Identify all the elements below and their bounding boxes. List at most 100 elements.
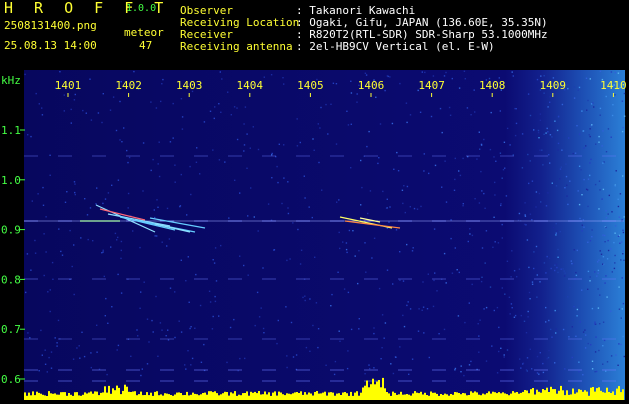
noise-speck <box>38 103 40 105</box>
noise-speck <box>536 355 539 358</box>
noise-speck <box>545 132 547 134</box>
noise-speck <box>579 321 581 323</box>
noise-speck <box>412 247 414 249</box>
noise-speck <box>347 291 350 294</box>
noise-speck <box>589 240 592 242</box>
antenna-label: Receiving antenna <box>180 40 293 53</box>
signal-bar <box>434 392 436 400</box>
noise-speck <box>395 229 398 231</box>
noise-speck <box>503 356 505 358</box>
signal-bar <box>58 394 60 400</box>
noise-speck <box>386 269 389 271</box>
noise-speck <box>542 371 545 374</box>
noise-speck <box>500 203 502 205</box>
noise-speck <box>554 362 556 364</box>
noise-speck <box>555 223 557 225</box>
noise-speck <box>38 370 40 372</box>
noise-speck <box>599 107 602 110</box>
signal-bar <box>452 394 454 400</box>
noise-speck <box>599 114 601 116</box>
noise-speck <box>185 368 187 370</box>
noise-speck <box>478 202 481 204</box>
noise-speck <box>46 371 48 373</box>
noise-speck <box>600 253 603 255</box>
noise-speck <box>79 357 81 359</box>
noise-speck <box>285 306 287 308</box>
noise-speck <box>72 358 75 360</box>
noise-speck <box>445 71 447 74</box>
noise-speck <box>345 242 348 244</box>
noise-speck <box>421 71 423 73</box>
noise-speck <box>557 115 560 118</box>
noise-speck <box>583 147 585 149</box>
noise-speck <box>456 269 458 271</box>
noise-speck <box>24 73 26 76</box>
noise-speck <box>379 123 382 125</box>
signal-bar <box>162 395 164 400</box>
signal-bar <box>88 392 90 400</box>
noise-speck <box>582 219 585 221</box>
signal-bar <box>40 393 42 400</box>
signal-bar <box>226 392 228 400</box>
noise-speck <box>529 213 532 215</box>
noise-speck <box>110 246 112 248</box>
signal-bar <box>180 393 182 400</box>
signal-bar <box>178 392 180 400</box>
noise-speck <box>552 226 555 229</box>
signal-bar <box>314 392 316 400</box>
noise-speck <box>73 99 76 101</box>
noise-speck <box>547 106 549 108</box>
noise-speck <box>120 240 123 243</box>
signal-bar <box>148 395 150 400</box>
signal-bar <box>496 393 498 400</box>
noise-speck <box>614 71 617 74</box>
noise-speck <box>214 247 217 249</box>
noise-speck <box>500 347 502 349</box>
noise-speck <box>470 114 472 116</box>
signal-bar <box>122 390 124 400</box>
noise-speck <box>44 349 46 351</box>
noise-speck <box>153 209 155 211</box>
noise-speck <box>361 186 363 189</box>
signal-bar <box>106 392 108 400</box>
noise-speck <box>483 192 485 195</box>
noise-speck <box>347 350 349 352</box>
noise-speck <box>417 330 420 332</box>
noise-speck <box>501 177 503 179</box>
noise-speck <box>484 262 486 264</box>
noise-speck <box>563 275 566 277</box>
x-tick-label: 1402 <box>115 79 142 92</box>
noise-speck <box>535 206 537 208</box>
noise-speck <box>509 144 511 146</box>
noise-speck <box>139 307 141 309</box>
signal-bar <box>568 394 570 400</box>
noise-speck <box>263 332 265 334</box>
noise-speck <box>350 92 353 94</box>
noise-speck <box>569 286 571 289</box>
noise-speck <box>571 262 573 265</box>
noise-speck <box>560 268 562 270</box>
noise-speck <box>81 331 83 333</box>
noise-speck <box>535 191 538 193</box>
signal-bar <box>406 394 408 400</box>
noise-speck <box>73 293 75 296</box>
noise-speck <box>591 368 594 370</box>
noise-speck <box>598 208 600 210</box>
noise-speck <box>510 276 512 278</box>
noise-speck <box>599 70 602 72</box>
noise-speck <box>434 164 437 167</box>
noise-speck <box>581 224 583 226</box>
noise-speck <box>551 336 553 338</box>
noise-speck <box>356 101 358 103</box>
noise-speck <box>166 207 169 210</box>
noise-speck <box>346 251 348 254</box>
signal-bar <box>498 392 500 400</box>
signal-bar <box>198 395 200 400</box>
signal-bar <box>356 391 358 400</box>
noise-speck <box>501 287 503 289</box>
noise-speck <box>58 228 60 230</box>
x-tick-label: 1405 <box>297 79 324 92</box>
noise-speck <box>152 158 154 161</box>
signal-bar <box>544 390 546 400</box>
noise-speck <box>575 274 578 277</box>
